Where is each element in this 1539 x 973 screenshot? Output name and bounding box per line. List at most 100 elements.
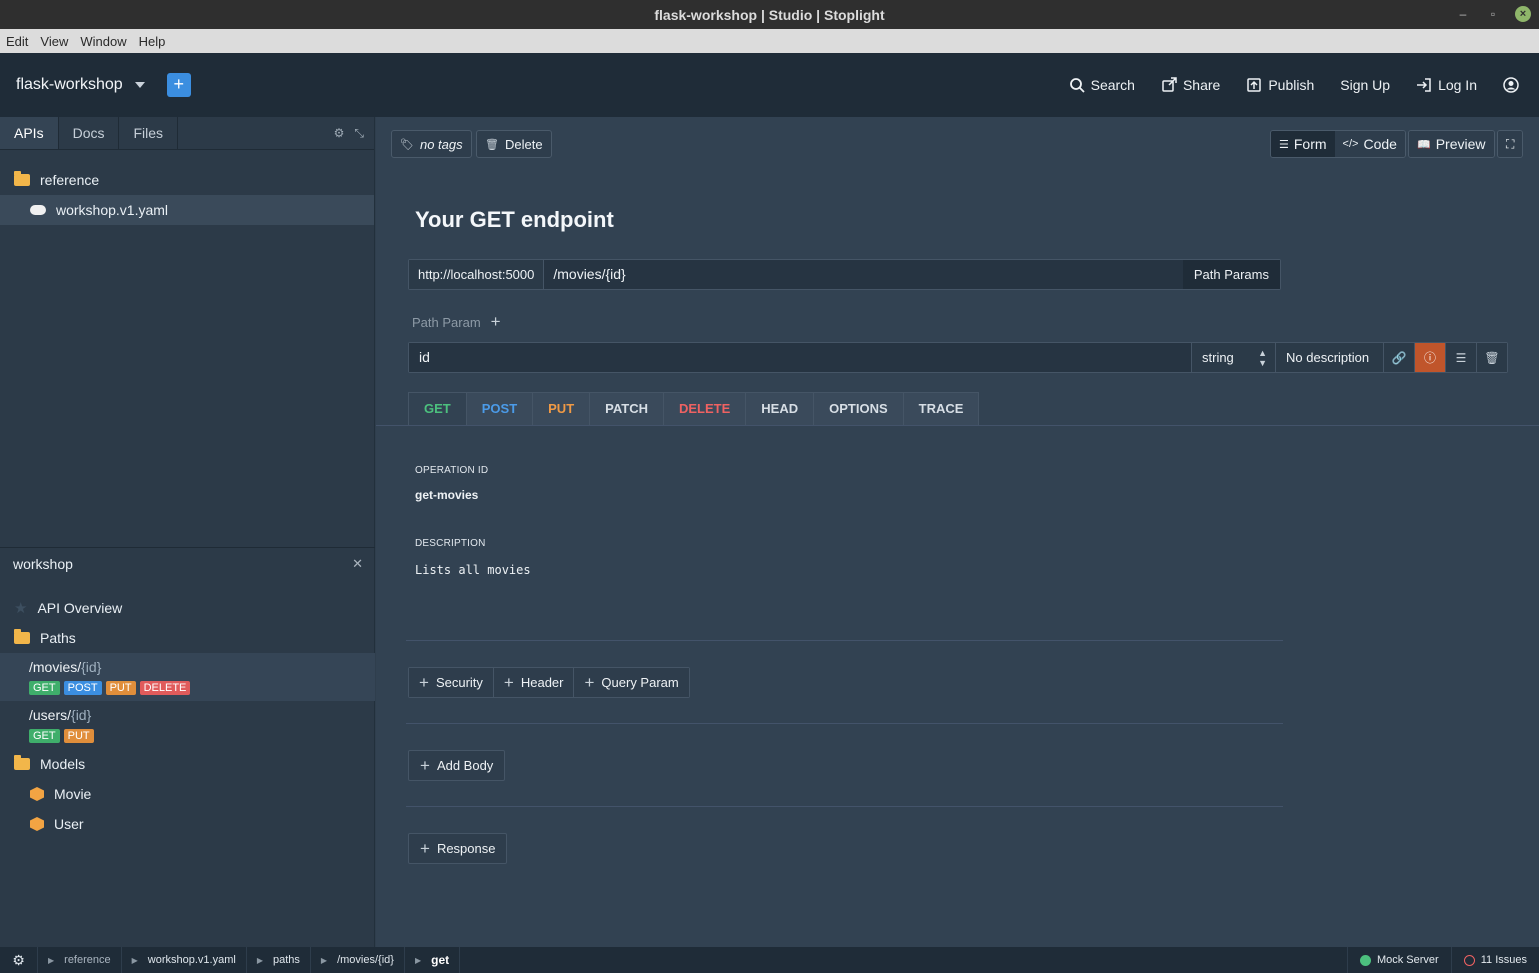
folder-reference[interactable]: reference [0, 165, 374, 195]
tab-post[interactable]: POST [467, 393, 534, 425]
chevron-right-icon: ▶ [414, 955, 422, 965]
add-query-param-button[interactable]: + Query Param [574, 668, 689, 697]
delete-button[interactable]: 🗑 Delete [476, 130, 552, 158]
menu-bar: Edit View Window Help [0, 29, 1539, 53]
models-folder[interactable]: Models [0, 749, 375, 779]
tab-put[interactable]: PUT [533, 393, 591, 425]
fullscreen-button[interactable]: ⛶ [1498, 131, 1523, 157]
plus-icon: + [503, 673, 514, 692]
sidebar-tabs: APIs Docs Files ⚙ ⤡ [0, 117, 374, 150]
add-request-parts: + Security + Header + Query Param [408, 667, 690, 698]
preview-toggle: 📖 Preview [1408, 130, 1495, 158]
add-response-button[interactable]: + Response [408, 833, 508, 864]
model-movie[interactable]: Movie [0, 779, 375, 809]
endpoint-title[interactable]: Your GET endpoint [415, 207, 614, 233]
breadcrumb-paths[interactable]: ▶ paths [247, 947, 311, 973]
server-host[interactable]: http://localhost:5000 [409, 260, 545, 289]
preview-button[interactable]: 📖 Preview [1409, 131, 1494, 157]
star-icon: ★ [14, 600, 28, 617]
api-overview-item[interactable]: ★ API Overview [0, 593, 375, 623]
window-title: flask-workshop | Studio | Stoplight [654, 6, 885, 23]
mock-server-icon [1359, 954, 1371, 966]
menu-edit[interactable]: Edit [6, 34, 34, 49]
breadcrumb-path[interactable]: ▶/movies/{id} [311, 947, 405, 973]
add-security-button[interactable]: + Security [409, 668, 494, 697]
add-path-param-icon[interactable]: + [491, 312, 501, 332]
add-button[interactable]: + [166, 73, 191, 97]
breadcrumb-operation[interactable]: ▶ get [405, 947, 461, 973]
minimize-icon[interactable]: – [1455, 7, 1471, 21]
path-input[interactable]: /movies/{id} [544, 260, 1183, 289]
status-bar: ⚙ ▶ reference ▶ workshop.v1.yaml ▶ paths ▶ /… [0, 947, 1539, 973]
menu-view[interactable]: View [40, 34, 74, 49]
collapse-icon[interactable]: ⤡ [354, 126, 364, 141]
select-arrows-icon: ▲ ▼ [1258, 348, 1267, 368]
tab-get[interactable]: GET [409, 393, 467, 425]
list-icon[interactable]: ☰ [1445, 343, 1476, 372]
required-icon[interactable]: ⓘ [1414, 343, 1445, 372]
user-account-button[interactable] [1503, 77, 1519, 93]
api-outline-panel: workshop ✕ ★ API Overview Paths /movies/… [0, 547, 375, 839]
expand-icon: ⛶ [1506, 136, 1515, 151]
issues-status[interactable]: 11 Issues [1450, 947, 1539, 973]
method-tabs: GET POST PUT PATCH DELETE HEAD OPTIONS T… [408, 392, 980, 426]
publish-button[interactable]: Publish [1246, 77, 1314, 93]
path-users[interactable]: /users/{id} GET PUT [0, 701, 375, 749]
signup-button[interactable]: Sign Up [1340, 77, 1390, 93]
trash-icon[interactable]: 🗑 [1476, 343, 1507, 372]
tab-trace[interactable]: TRACE [904, 393, 979, 425]
breadcrumb-file[interactable]: ▶ workshop.v1.yaml [122, 947, 247, 973]
chevron-right-icon: ▶ [320, 955, 328, 965]
param-description[interactable]: No description [1275, 343, 1383, 372]
method-badge-get: GET [29, 729, 60, 743]
param-name-input[interactable]: id [409, 343, 1191, 372]
path-name: /movies/{id} [29, 659, 102, 675]
restore-icon[interactable]: ▫ [1485, 7, 1501, 21]
method-badge-post: POST [63, 681, 102, 695]
paths-folder[interactable]: Paths [0, 623, 375, 653]
search-button[interactable]: Search [1069, 77, 1135, 93]
add-header-button[interactable]: + Header [493, 668, 575, 697]
file-workshop-yaml[interactable]: workshop.v1.yaml [0, 195, 374, 225]
cloud-icon [30, 205, 46, 215]
operation-id-value[interactable]: get-movies [415, 488, 478, 502]
close-icon[interactable]: ✕ [352, 556, 363, 572]
tab-apis[interactable]: APIs [0, 117, 59, 149]
model-user[interactable]: User [0, 809, 375, 839]
trash-icon: 🗑 [485, 138, 499, 151]
url-bar: http://localhost:5000 /movies/{id} Path … [408, 259, 1281, 290]
description-editor[interactable]: Lists all movies [415, 563, 531, 577]
form-button[interactable]: ☰ Form [1271, 131, 1335, 157]
tags-button[interactable]: 🏷 no tags [391, 130, 472, 158]
code-button[interactable]: </> Code [1334, 131, 1405, 157]
menu-window[interactable]: Window [80, 34, 132, 49]
tab-options[interactable]: OPTIONS [814, 393, 904, 425]
tab-head[interactable]: HEAD [746, 393, 815, 425]
user-icon [1503, 77, 1519, 93]
folder-icon [14, 629, 30, 644]
tab-delete[interactable]: DELETE [664, 393, 747, 425]
param-type-select[interactable]: string ▲ ▼ [1191, 343, 1275, 372]
menu-help[interactable]: Help [139, 34, 172, 49]
login-button[interactable]: Log In [1416, 77, 1477, 93]
mock-server-status[interactable]: Mock Server [1346, 947, 1451, 973]
tab-patch[interactable]: PATCH [590, 393, 664, 425]
close-window-icon[interactable]: × [1515, 6, 1531, 22]
settings-icon[interactable]: ⚙ [334, 126, 345, 141]
divider [406, 806, 1283, 807]
breadcrumb-reference[interactable]: ▶ reference [38, 947, 122, 973]
project-selector[interactable]: flask-workshop [16, 76, 145, 94]
path-movies[interactable]: /movies/{id} GET POST PUT DELETE [0, 653, 375, 701]
path-param-row: id string ▲ ▼ No description 🔗 ⓘ ☰ 🗑 [408, 342, 1508, 373]
chevron-right-icon: ▶ [256, 955, 263, 965]
path-params-button[interactable]: Path Params [1182, 260, 1280, 289]
main-editor: 🏷 no tags 🗑 Delete ☰ Form </> Code 📖 Previe… [376, 117, 1539, 947]
link-icon[interactable]: 🔗 [1383, 343, 1414, 372]
share-button[interactable]: Share [1161, 77, 1220, 93]
tab-docs[interactable]: Docs [59, 117, 120, 149]
tab-files[interactable]: Files [119, 117, 179, 149]
gear-icon[interactable]: ⚙ [0, 947, 38, 973]
chevron-down-icon [134, 82, 145, 88]
tag-icon: 🏷 [400, 138, 414, 151]
add-body-button[interactable]: + Add Body [408, 750, 506, 781]
